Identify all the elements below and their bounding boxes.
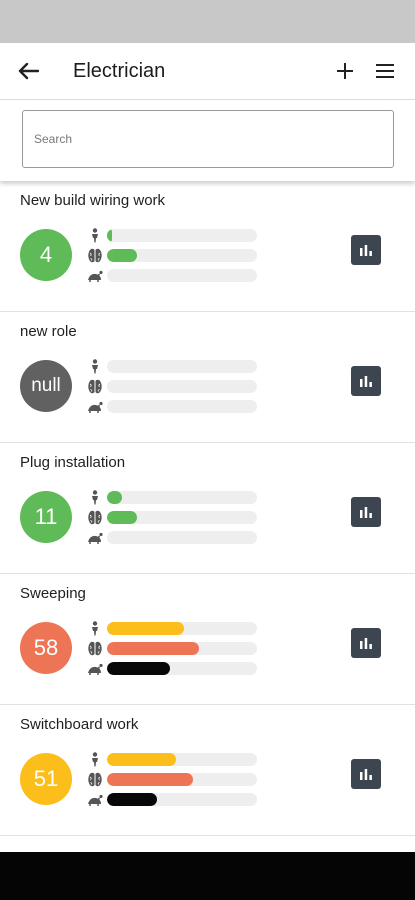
progress-track [107,793,257,806]
metric-row [85,358,260,375]
metric-bars [85,489,260,549]
chart-button[interactable] [351,628,381,658]
progress-track [107,360,257,373]
progress-track [107,380,257,393]
role-row[interactable]: new role null [0,312,415,443]
score-badge: null [20,360,72,412]
score-badge: 4 [20,229,72,281]
progress-track [107,662,257,675]
progress-fill [107,622,184,635]
metric-row [85,267,260,284]
progress-track [107,400,257,413]
search-bar [0,99,415,181]
bar-chart-icon [359,767,373,781]
metric-row [85,529,260,546]
turtle-icon [85,268,105,283]
person-icon [85,359,105,374]
score-badge: 51 [20,753,72,805]
role-name: Switchboard work [20,716,139,733]
metric-row [85,227,260,244]
progress-fill [107,491,122,504]
progress-fill [107,773,193,786]
progress-fill [107,642,199,655]
role-row[interactable]: New build wiring work 4 [0,181,415,312]
chart-button[interactable] [351,235,381,265]
bar-chart-icon [359,243,373,257]
back-button[interactable] [14,57,42,85]
progress-track [107,491,257,504]
metric-bars [85,620,260,680]
progress-fill [107,793,157,806]
metric-row [85,378,260,395]
brain-icon [85,641,105,656]
progress-track [107,229,257,242]
progress-track [107,269,257,282]
progress-track [107,753,257,766]
role-list: New build wiring work 4 new role null Plug i… [0,181,415,836]
system-navigation-bar [0,852,415,900]
bar-chart-icon [359,636,373,650]
progress-track [107,642,257,655]
progress-fill [107,753,176,766]
progress-fill [107,662,170,675]
menu-button[interactable] [372,57,398,85]
progress-track [107,773,257,786]
chart-button[interactable] [351,759,381,789]
hamburger-menu-icon [376,64,394,78]
add-button[interactable] [332,57,358,85]
brain-icon [85,379,105,394]
role-row[interactable]: Sweeping 58 [0,574,415,705]
score-badge: 11 [20,491,72,543]
brain-icon [85,248,105,263]
role-name: New build wiring work [20,192,166,209]
metric-row [85,771,260,788]
metric-row [85,247,260,264]
progress-track [107,531,257,544]
role-row[interactable]: Plug installation 11 [0,443,415,574]
metric-row [85,509,260,526]
metric-row [85,791,260,808]
role-row[interactable]: Switchboard work 51 [0,705,415,836]
metric-bars [85,751,260,811]
progress-fill [107,511,137,524]
person-icon [85,621,105,636]
metric-bars [85,227,260,287]
turtle-icon [85,661,105,676]
metric-row [85,620,260,637]
page-title: Electrician [73,60,166,82]
app-bar: Electrician [0,43,415,99]
turtle-icon [85,530,105,545]
brain-icon [85,772,105,787]
turtle-icon [85,399,105,414]
turtle-icon [85,792,105,807]
chart-button[interactable] [351,497,381,527]
metric-row [85,398,260,415]
search-input[interactable] [22,110,394,168]
progress-fill [107,249,137,262]
score-badge: 58 [20,622,72,674]
plus-icon [337,63,353,79]
arrow-left-icon [18,62,39,80]
bar-chart-icon [359,505,373,519]
metric-row [85,751,260,768]
progress-track [107,249,257,262]
metric-row [85,660,260,677]
person-icon [85,490,105,505]
metric-row [85,489,260,506]
role-name: Sweeping [20,585,86,602]
metric-bars [85,358,260,418]
metric-row [85,640,260,657]
status-bar [0,0,415,43]
progress-fill [107,229,112,242]
brain-icon [85,510,105,525]
chart-button[interactable] [351,366,381,396]
person-icon [85,228,105,243]
progress-track [107,511,257,524]
progress-track [107,622,257,635]
role-name: Plug installation [20,454,126,471]
role-name: new role [20,323,77,340]
person-icon [85,752,105,767]
bar-chart-icon [359,374,373,388]
